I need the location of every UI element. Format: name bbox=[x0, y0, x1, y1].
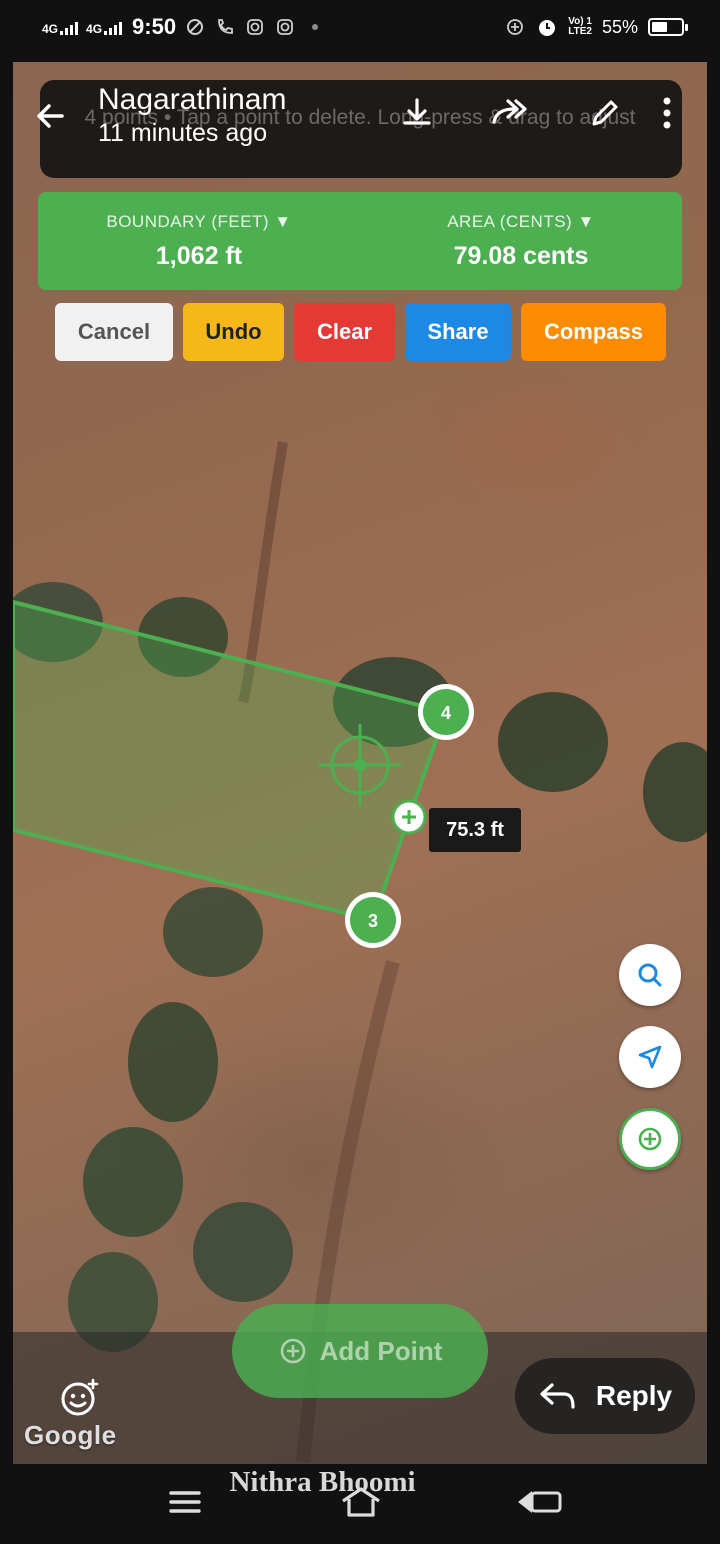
boundary-point-4[interactable]: 4 bbox=[418, 684, 474, 740]
edit-pencil-icon bbox=[592, 100, 618, 126]
battery-fill bbox=[652, 22, 668, 32]
search-icon bbox=[638, 963, 662, 987]
add-point-label: Add Point bbox=[319, 1335, 443, 1366]
instagram-icon bbox=[244, 16, 266, 38]
google-logo: Google bbox=[24, 1420, 117, 1450]
status-bar: 4G 4G 9:50 Vo) 1 LTE2 55% bbox=[0, 0, 720, 62]
edit-button[interactable] bbox=[558, 90, 652, 136]
midpoint-add-icon[interactable] bbox=[391, 799, 427, 835]
boundary-value: 1,062 ft bbox=[155, 242, 243, 270]
header-actions bbox=[370, 90, 682, 136]
cancel-button[interactable]: Cancel bbox=[55, 303, 173, 361]
lte-label: LTE2 bbox=[568, 26, 592, 37]
compass-button[interactable]: Compass bbox=[521, 303, 666, 361]
battery-icon bbox=[648, 18, 688, 36]
contact-name: Nagarathinam bbox=[98, 83, 287, 116]
download-icon bbox=[403, 98, 431, 125]
status-right: Vo) 1 LTE2 55% bbox=[504, 16, 688, 38]
clear-button[interactable]: Clear bbox=[294, 303, 395, 361]
volte-indicator: Vo) 1 LTE2 bbox=[568, 17, 592, 37]
home-button[interactable] bbox=[336, 1484, 386, 1520]
clock: 9:50 bbox=[132, 14, 177, 39]
emoji-add-icon bbox=[61, 1378, 99, 1416]
location-sync-icon bbox=[504, 16, 526, 38]
instagram-icon bbox=[274, 16, 296, 38]
undo-button[interactable]: Undo bbox=[183, 303, 284, 361]
network-type-2: 4G bbox=[86, 21, 103, 36]
point-label: 3 bbox=[368, 911, 378, 931]
area-value: 79.08 cents bbox=[453, 242, 589, 270]
add-point-button[interactable]: Add Point bbox=[232, 1304, 488, 1398]
signal-1: 4G bbox=[42, 20, 79, 36]
network-type-1: 4G bbox=[42, 21, 59, 36]
share-button[interactable]: Share bbox=[405, 303, 511, 361]
signal-bars-icon bbox=[60, 21, 79, 35]
add-circle-icon bbox=[280, 1338, 305, 1364]
more-notifications-dot-icon bbox=[304, 16, 326, 38]
overflow-menu-button[interactable] bbox=[652, 90, 682, 136]
action-toolbar: Cancel Undo Clear Share Compass bbox=[55, 303, 666, 361]
alarm-icon bbox=[536, 16, 558, 38]
point-label: 4 bbox=[441, 703, 451, 723]
boundary-point-3[interactable]: 3 bbox=[345, 892, 401, 948]
data-saver-icon bbox=[184, 16, 206, 38]
boundary-measure[interactable]: BOUNDARY (FEET) ▼ 1,062 ft bbox=[38, 192, 360, 290]
battery-percent: 55% bbox=[601, 16, 638, 37]
call-icon bbox=[214, 16, 236, 38]
reply-button[interactable]: Reply bbox=[515, 1358, 695, 1434]
forward-button[interactable] bbox=[464, 90, 558, 136]
back-nav-button[interactable] bbox=[514, 1484, 564, 1520]
measurement-panel: BOUNDARY (FEET) ▼ 1,062 ft AREA (CENTS) … bbox=[38, 192, 682, 290]
back-triangle-icon bbox=[518, 1491, 562, 1513]
boundary-polygon[interactable] bbox=[13, 599, 449, 923]
add-location-icon bbox=[638, 1127, 662, 1151]
more-vert-icon bbox=[663, 97, 671, 129]
signal-bars-icon bbox=[104, 21, 123, 35]
download-button[interactable] bbox=[370, 90, 464, 136]
navigation-icon bbox=[638, 1045, 662, 1069]
home-icon bbox=[342, 1487, 380, 1517]
status-left: 4G 4G 9:50 bbox=[42, 14, 326, 40]
segment-length-label: 75.3 ft bbox=[429, 808, 521, 852]
area-unit-selector[interactable]: AREA (CENTS) ▼ bbox=[360, 212, 682, 232]
reply-label: Reply bbox=[595, 1380, 673, 1411]
back-arrow-icon bbox=[37, 104, 64, 128]
add-at-location-button[interactable] bbox=[619, 1108, 681, 1170]
signal-2: 4G bbox=[86, 20, 123, 36]
area-measure[interactable]: AREA (CENTS) ▼ 79.08 cents bbox=[360, 192, 682, 290]
forward-icon bbox=[492, 99, 527, 124]
my-location-button[interactable] bbox=[619, 1026, 681, 1088]
top-header: 4 points • Tap a point to delete. Long-p… bbox=[37, 80, 682, 178]
menu-lines-icon bbox=[169, 1491, 201, 1513]
reply-arrow-icon bbox=[540, 1383, 575, 1409]
last-seen: 11 minutes ago bbox=[98, 119, 268, 147]
search-location-button[interactable] bbox=[619, 944, 681, 1006]
back-button[interactable] bbox=[28, 94, 72, 138]
recent-apps-button[interactable] bbox=[160, 1484, 210, 1520]
boundary-unit-selector[interactable]: BOUNDARY (FEET) ▼ bbox=[38, 212, 360, 232]
